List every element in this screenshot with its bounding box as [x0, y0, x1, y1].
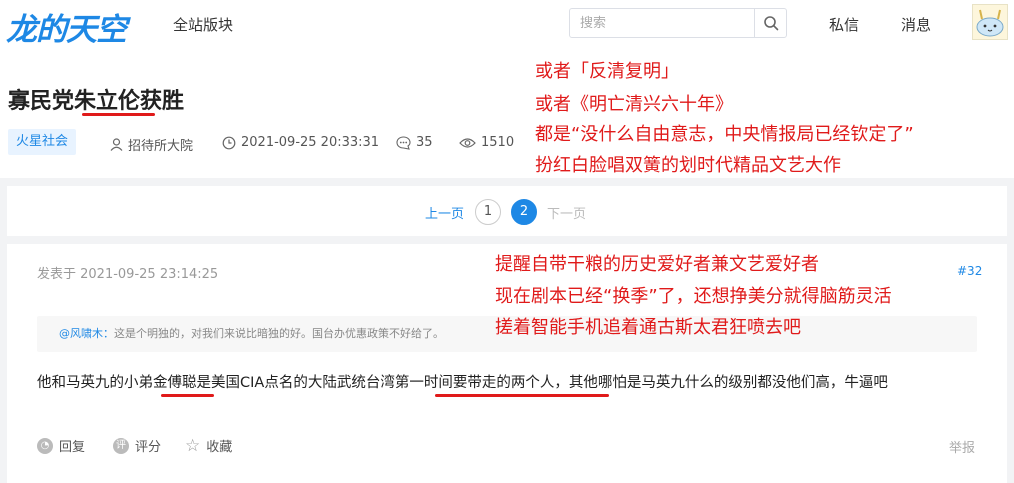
quote-content: 这是个明独的，对我们来说比暗独的好。国台办优惠政策不好给了。: [114, 327, 444, 340]
reply-action-button[interactable]: ◔ 回复: [37, 436, 85, 455]
rate-action-button[interactable]: 评 评分: [113, 436, 161, 455]
comment-icon: [396, 135, 411, 150]
quote-text: @风啸木：这是个明独的，对我们来说比暗独的好。国台办优惠政策不好给了。: [59, 325, 444, 341]
pagination: 上一页 1 2 下一页: [7, 186, 1007, 236]
annotation-line: 都是“没什么自由意志，中央情报局已经钦定了”: [535, 124, 914, 145]
next-page-link[interactable]: 下一页: [547, 203, 586, 222]
title-red-underline: [82, 113, 155, 116]
user-icon: [110, 138, 123, 151]
annotation-line: 或者「反清复明」: [535, 61, 679, 82]
nav-all-boards[interactable]: 全站版块: [173, 14, 233, 35]
reply-body: 他和马英九的小弟金傅聪是美国CIA点名的大陆武统台湾第一时间要带走的两个人，其他…: [37, 375, 888, 391]
quote-author[interactable]: @风啸木：: [59, 327, 114, 340]
post-views-count: 1510: [459, 135, 514, 150]
search-input[interactable]: [570, 9, 756, 37]
rate-action-label: 评分: [135, 440, 162, 455]
star-icon: ☆: [185, 435, 201, 456]
notifications-link[interactable]: 消息: [901, 14, 931, 35]
annotation-line: 现在剧本已经“换季”了，还想挣美分就得脑筋灵活: [495, 286, 892, 307]
prev-page-link[interactable]: 上一页: [425, 203, 464, 222]
category-tag[interactable]: 火星社会: [8, 129, 77, 155]
post-datetime-text: 2021-09-25 20:33:31: [241, 135, 380, 150]
search-button[interactable]: [754, 9, 786, 37]
post-datetime: 2021-09-25 20:33:31: [222, 135, 379, 150]
site-logo[interactable]: 龙的天空: [6, 4, 127, 49]
reply-action-label: 回复: [59, 440, 86, 455]
annotation-line: 或者《明亡清兴六十年》: [535, 94, 733, 115]
annotation-line: 搓着智能手机追着通古斯太君狂喷去吧: [495, 317, 801, 338]
eye-icon: [459, 137, 476, 148]
user-avatar[interactable]: [972, 4, 1008, 40]
post-comments-text: 35: [416, 135, 433, 150]
post-header: 寡民党朱立伦获胜 火星社会 招待所大院 2021-09-25 20:33:31 …: [0, 46, 1014, 178]
reply-floor-number[interactable]: #32: [957, 264, 982, 278]
avatar-image: [976, 9, 1004, 37]
rate-icon: 评: [113, 437, 129, 454]
post-title: 寡民党朱立伦获胜: [8, 89, 185, 114]
body-red-underline: [161, 394, 214, 397]
private-messages-link[interactable]: 私信: [829, 14, 859, 35]
search-icon: [763, 16, 778, 31]
clock-icon: [222, 136, 236, 149]
page-number-current[interactable]: 2: [511, 199, 537, 225]
report-link[interactable]: 举报: [949, 437, 975, 456]
post-comments-count: 35: [396, 135, 433, 150]
reply-icon: ◔: [37, 437, 53, 454]
favorite-action-button[interactable]: ☆ 收藏: [185, 436, 232, 455]
reply-posted-time: 发表于 2021-09-25 23:14:25: [37, 267, 219, 282]
page-number[interactable]: 1: [475, 199, 501, 225]
body-red-underline: [435, 394, 609, 397]
post-views-text: 1510: [481, 135, 515, 150]
top-bar: 龙的天空 全站版块 私信 消息: [0, 0, 1014, 49]
search-box: [569, 8, 787, 38]
annotation-line: 扮红白脸唱双簧的划时代精品文艺大作: [535, 155, 841, 176]
annotation-line: 提醒自带干粮的历史爱好者兼文艺爱好者: [495, 254, 819, 275]
post-author[interactable]: 招待所大院: [110, 135, 193, 154]
post-author-name: 招待所大院: [128, 139, 194, 154]
favorite-action-label: 收藏: [206, 440, 233, 455]
